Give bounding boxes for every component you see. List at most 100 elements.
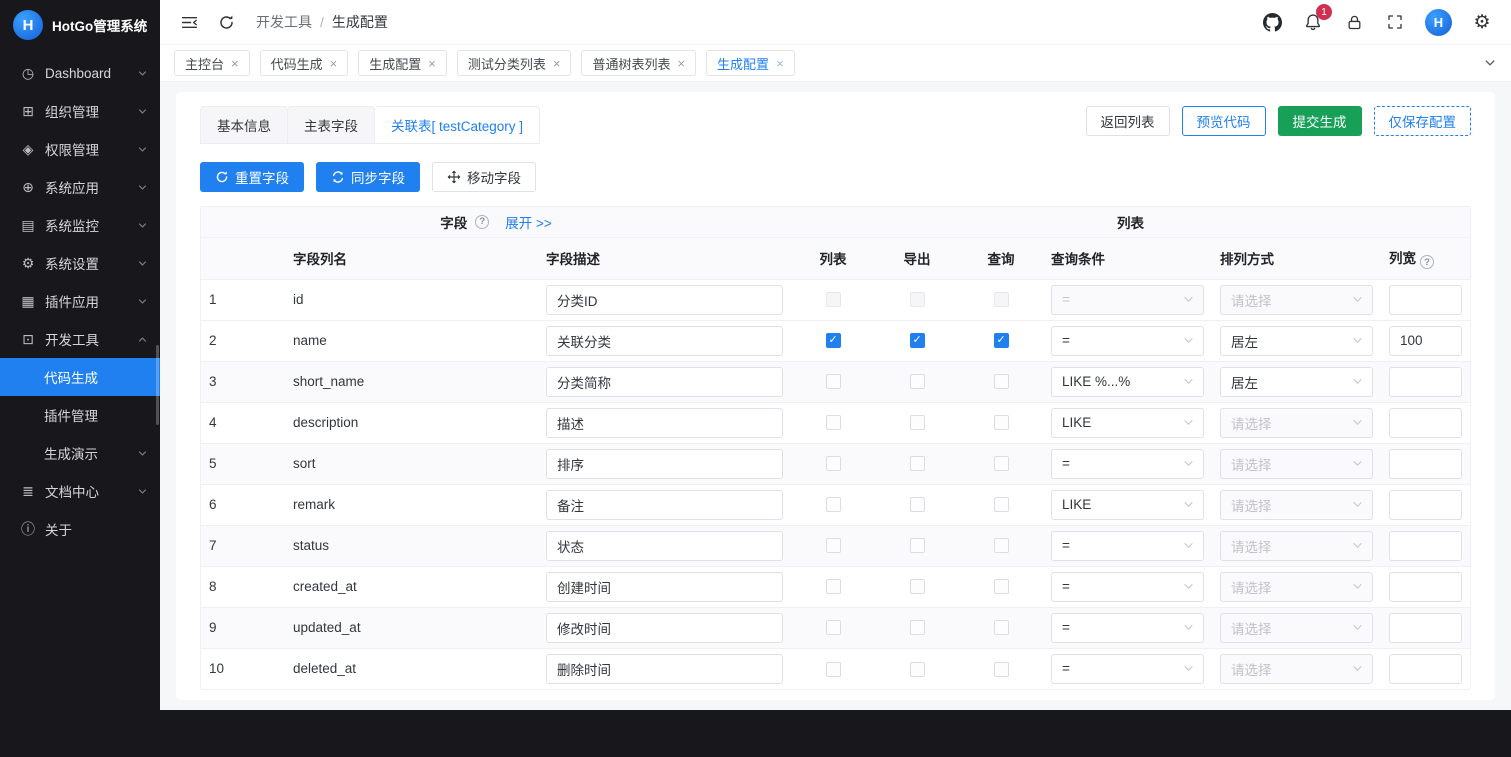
query-checkbox[interactable] bbox=[994, 374, 1009, 389]
export-checkbox[interactable] bbox=[910, 579, 925, 594]
sidebar-item-codegen[interactable]: 代码生成 bbox=[0, 358, 160, 396]
field-desc-input[interactable] bbox=[546, 326, 783, 356]
column-width-input[interactable] bbox=[1389, 654, 1462, 684]
query-condition-select[interactable]: = bbox=[1051, 613, 1204, 643]
reset-fields-button[interactable]: 重置字段 bbox=[200, 162, 304, 192]
column-width-input[interactable] bbox=[1389, 367, 1462, 397]
column-width-input[interactable] bbox=[1389, 285, 1462, 315]
align-select[interactable]: 请选择 bbox=[1220, 490, 1373, 520]
align-select[interactable]: 请选择 bbox=[1220, 449, 1373, 479]
lock-screen-button[interactable] bbox=[1343, 11, 1365, 33]
list-checkbox[interactable] bbox=[826, 538, 841, 553]
sidebar-scrollbar[interactable] bbox=[156, 345, 159, 425]
query-checkbox[interactable] bbox=[994, 497, 1009, 512]
align-select[interactable]: 请选择 bbox=[1220, 654, 1373, 684]
close-icon[interactable]: × bbox=[231, 57, 239, 70]
config-tab-master-fields[interactable]: 主表字段 bbox=[288, 106, 375, 144]
field-desc-input[interactable] bbox=[546, 285, 783, 315]
sidebar-item-organization[interactable]: ⊞组织管理 bbox=[0, 92, 160, 130]
list-checkbox[interactable] bbox=[826, 333, 841, 348]
close-icon[interactable]: × bbox=[428, 57, 436, 70]
sidebar-item-gen-demo[interactable]: 生成演示 bbox=[0, 434, 160, 472]
query-checkbox[interactable] bbox=[994, 620, 1009, 635]
export-checkbox[interactable] bbox=[910, 662, 925, 677]
list-checkbox[interactable] bbox=[826, 415, 841, 430]
query-checkbox[interactable] bbox=[994, 292, 1009, 307]
align-select[interactable]: 请选择 bbox=[1220, 285, 1373, 315]
query-checkbox[interactable] bbox=[994, 456, 1009, 471]
collapse-sidebar-button[interactable] bbox=[178, 11, 200, 33]
list-checkbox[interactable] bbox=[826, 292, 841, 307]
column-width-input[interactable] bbox=[1389, 531, 1462, 561]
route-tab[interactable]: 主控台× bbox=[174, 50, 250, 76]
list-checkbox[interactable] bbox=[826, 456, 841, 471]
route-tab[interactable]: 普通树表列表× bbox=[581, 50, 696, 76]
help-icon[interactable] bbox=[1420, 255, 1434, 269]
align-select[interactable]: 请选择 bbox=[1220, 613, 1373, 643]
column-width-input[interactable] bbox=[1389, 572, 1462, 602]
column-width-input[interactable] bbox=[1389, 449, 1462, 479]
field-desc-input[interactable] bbox=[546, 490, 783, 520]
export-checkbox[interactable] bbox=[910, 456, 925, 471]
field-desc-input[interactable] bbox=[546, 408, 783, 438]
query-condition-select[interactable]: = bbox=[1051, 654, 1204, 684]
export-checkbox[interactable] bbox=[910, 497, 925, 512]
query-condition-select[interactable]: = bbox=[1051, 449, 1204, 479]
github-button[interactable] bbox=[1261, 11, 1283, 33]
column-width-input[interactable] bbox=[1389, 490, 1462, 520]
query-condition-select[interactable]: LIKE %...% bbox=[1051, 367, 1204, 397]
close-icon[interactable]: × bbox=[330, 57, 338, 70]
list-checkbox[interactable] bbox=[826, 497, 841, 512]
notifications-button[interactable]: 1 bbox=[1302, 11, 1324, 33]
help-icon[interactable] bbox=[475, 215, 489, 229]
sidebar-item-plugin-manage[interactable]: 插件管理 bbox=[0, 396, 160, 434]
sidebar-item-system-app[interactable]: ⊕系统应用 bbox=[0, 168, 160, 206]
submit-generate-button[interactable]: 提交生成 bbox=[1278, 106, 1362, 136]
export-checkbox[interactable] bbox=[910, 333, 925, 348]
app-logo[interactable]: H HotGo管理系统 bbox=[0, 0, 160, 50]
settings-button[interactable]: ⚙ bbox=[1471, 11, 1493, 33]
field-desc-input[interactable] bbox=[546, 449, 783, 479]
close-icon[interactable]: × bbox=[553, 57, 561, 70]
column-width-input[interactable] bbox=[1389, 613, 1462, 643]
sync-fields-button[interactable]: 同步字段 bbox=[316, 162, 420, 192]
query-condition-select[interactable]: LIKE bbox=[1051, 490, 1204, 520]
tab-list-dropdown[interactable] bbox=[1483, 56, 1497, 70]
field-desc-input[interactable] bbox=[546, 654, 783, 684]
route-tab[interactable]: 生成配置× bbox=[358, 50, 447, 76]
sidebar-item-permission[interactable]: ◈权限管理 bbox=[0, 130, 160, 168]
user-avatar[interactable]: H bbox=[1425, 9, 1452, 36]
breadcrumb-parent[interactable]: 开发工具 bbox=[256, 12, 312, 32]
sidebar-item-dashboard[interactable]: ◷Dashboard bbox=[0, 54, 160, 92]
column-width-input[interactable] bbox=[1389, 326, 1462, 356]
move-fields-button[interactable]: 移动字段 bbox=[432, 162, 536, 192]
back-list-button[interactable]: 返回列表 bbox=[1086, 106, 1170, 136]
query-condition-select[interactable]: LIKE bbox=[1051, 408, 1204, 438]
sidebar-item-devtools[interactable]: ⊡开发工具 bbox=[0, 320, 160, 358]
refresh-page-button[interactable] bbox=[215, 11, 237, 33]
query-condition-select[interactable]: = bbox=[1051, 572, 1204, 602]
export-checkbox[interactable] bbox=[910, 415, 925, 430]
config-tab-join-table[interactable]: 关联表[ testCategory ] bbox=[375, 106, 540, 144]
align-select[interactable]: 居左 bbox=[1220, 326, 1373, 356]
sidebar-item-settings[interactable]: ⚙系统设置 bbox=[0, 244, 160, 282]
align-select[interactable]: 请选择 bbox=[1220, 531, 1373, 561]
sidebar-item-monitor[interactable]: ▤系统监控 bbox=[0, 206, 160, 244]
query-condition-select[interactable]: = bbox=[1051, 326, 1204, 356]
export-checkbox[interactable] bbox=[910, 374, 925, 389]
export-checkbox[interactable] bbox=[910, 620, 925, 635]
list-checkbox[interactable] bbox=[826, 620, 841, 635]
query-checkbox[interactable] bbox=[994, 333, 1009, 348]
expand-link[interactable]: 展开 >> bbox=[505, 212, 552, 232]
export-checkbox[interactable] bbox=[910, 292, 925, 307]
align-select[interactable]: 居左 bbox=[1220, 367, 1373, 397]
sidebar-item-docs[interactable]: ≣文档中心 bbox=[0, 472, 160, 510]
query-checkbox[interactable] bbox=[994, 538, 1009, 553]
query-checkbox[interactable] bbox=[994, 415, 1009, 430]
align-select[interactable]: 请选择 bbox=[1220, 572, 1373, 602]
query-condition-select[interactable]: = bbox=[1051, 285, 1204, 315]
field-desc-input[interactable] bbox=[546, 572, 783, 602]
query-condition-select[interactable]: = bbox=[1051, 531, 1204, 561]
route-tab[interactable]: 测试分类列表× bbox=[457, 50, 572, 76]
sidebar-item-about[interactable]: ⓘ关于 bbox=[0, 510, 160, 548]
